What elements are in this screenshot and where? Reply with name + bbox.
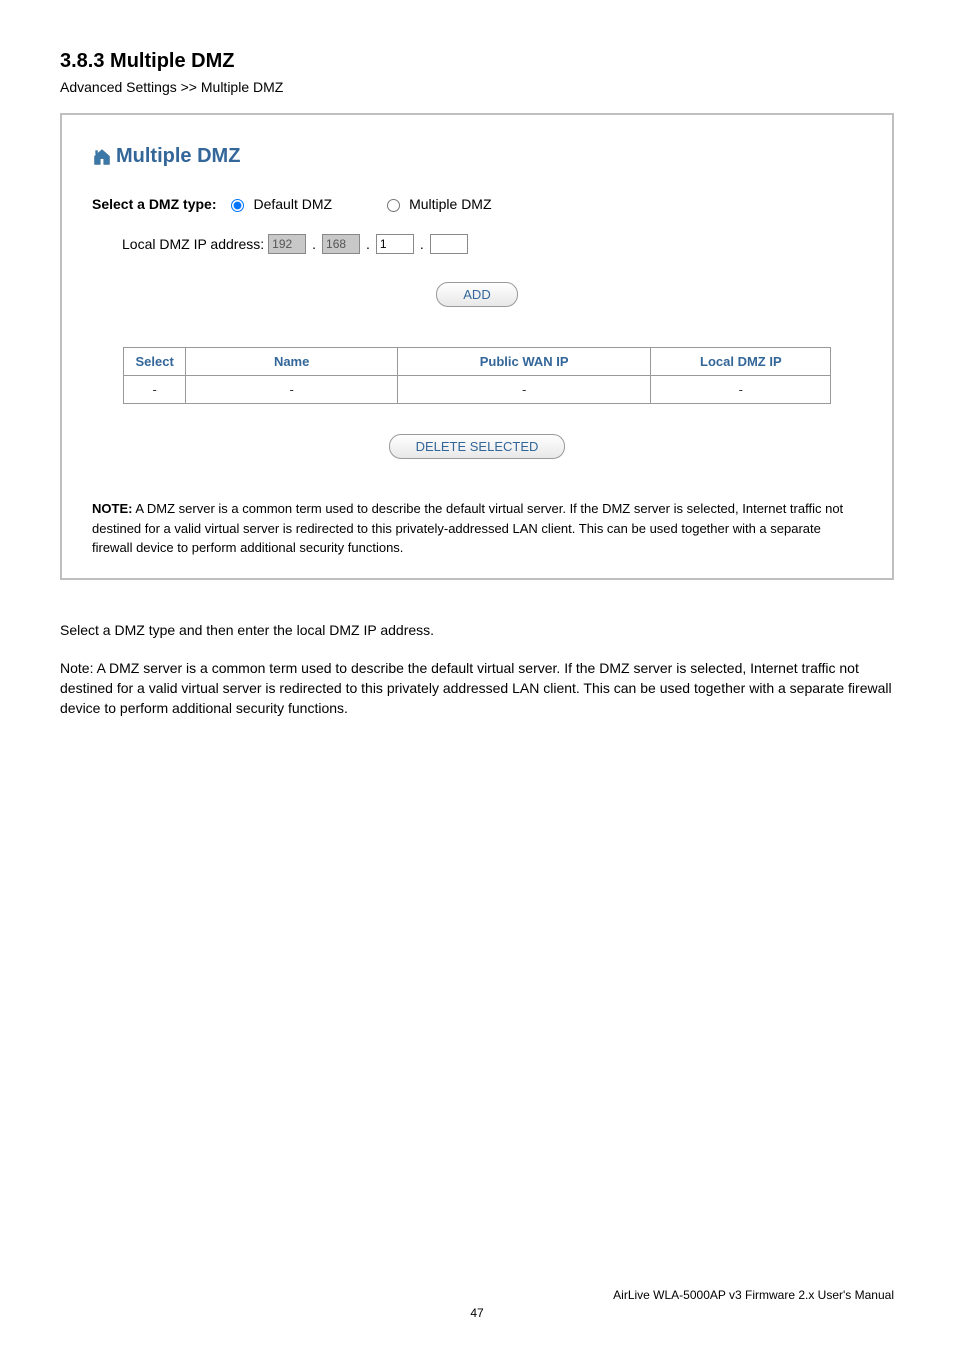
- home-icon: [92, 147, 112, 167]
- ip-dot: .: [312, 236, 316, 252]
- add-button[interactable]: ADD: [436, 282, 517, 307]
- footer-page-number: 47: [60, 1306, 894, 1320]
- ip-dot: .: [420, 236, 424, 252]
- radio-default-dmz[interactable]: Default DMZ: [226, 196, 332, 212]
- ip-octet-1[interactable]: [268, 234, 306, 254]
- dmz-table: Select Name Public WAN IP Local DMZ IP -…: [123, 347, 831, 404]
- th-local: Local DMZ IP: [651, 348, 831, 376]
- radio-multiple-dmz[interactable]: Multiple DMZ: [382, 196, 491, 212]
- footer-product: AirLive WLA-5000AP v3 Firmware 2.x User'…: [60, 1288, 894, 1302]
- delete-selected-button[interactable]: DELETE SELECTED: [389, 434, 566, 459]
- ip-octet-2[interactable]: [322, 234, 360, 254]
- radio-multiple-label: Multiple DMZ: [409, 196, 491, 212]
- local-dmz-ip-row: Local DMZ IP address: . . .: [122, 234, 862, 254]
- note-text: A DMZ server is a common term used to de…: [92, 501, 843, 555]
- local-dmz-ip-label: Local DMZ IP address:: [122, 236, 264, 252]
- panel-title-text: Multiple DMZ: [116, 145, 240, 168]
- page-footer: AirLive WLA-5000AP v3 Firmware 2.x User'…: [60, 1288, 894, 1320]
- th-wan: Public WAN IP: [397, 348, 651, 376]
- td-name: -: [186, 376, 397, 404]
- panel-note: NOTE: A DMZ server is a common term used…: [92, 499, 862, 558]
- td-wan: -: [397, 376, 651, 404]
- td-local: -: [651, 376, 831, 404]
- table-row: - - - -: [123, 376, 830, 404]
- panel-title: Multiple DMZ: [92, 145, 862, 168]
- ip-dot: .: [366, 236, 370, 252]
- th-name: Name: [186, 348, 397, 376]
- select-dmz-label: Select a DMZ type:: [92, 196, 216, 212]
- radio-multiple-input[interactable]: [387, 199, 400, 212]
- note-label: NOTE:: [92, 501, 132, 516]
- table-header-row: Select Name Public WAN IP Local DMZ IP: [123, 348, 830, 376]
- ip-octet-3[interactable]: [376, 234, 414, 254]
- body-paragraph-1: Select a DMZ type and then enter the loc…: [60, 620, 894, 640]
- dmz-panel: Multiple DMZ Select a DMZ type: Default …: [60, 113, 894, 580]
- td-select: -: [123, 376, 186, 404]
- radio-default-input[interactable]: [231, 199, 244, 212]
- body-paragraph-2: Note: A DMZ server is a common term used…: [60, 658, 894, 719]
- breadcrumb: Advanced Settings >> Multiple DMZ: [60, 79, 894, 95]
- th-select: Select: [123, 348, 186, 376]
- radio-default-label: Default DMZ: [253, 196, 332, 212]
- section-heading: 3.8.3 Multiple DMZ: [60, 50, 894, 73]
- dmz-type-row: Select a DMZ type: Default DMZ Multiple …: [92, 196, 862, 212]
- ip-octet-4[interactable]: [430, 234, 468, 254]
